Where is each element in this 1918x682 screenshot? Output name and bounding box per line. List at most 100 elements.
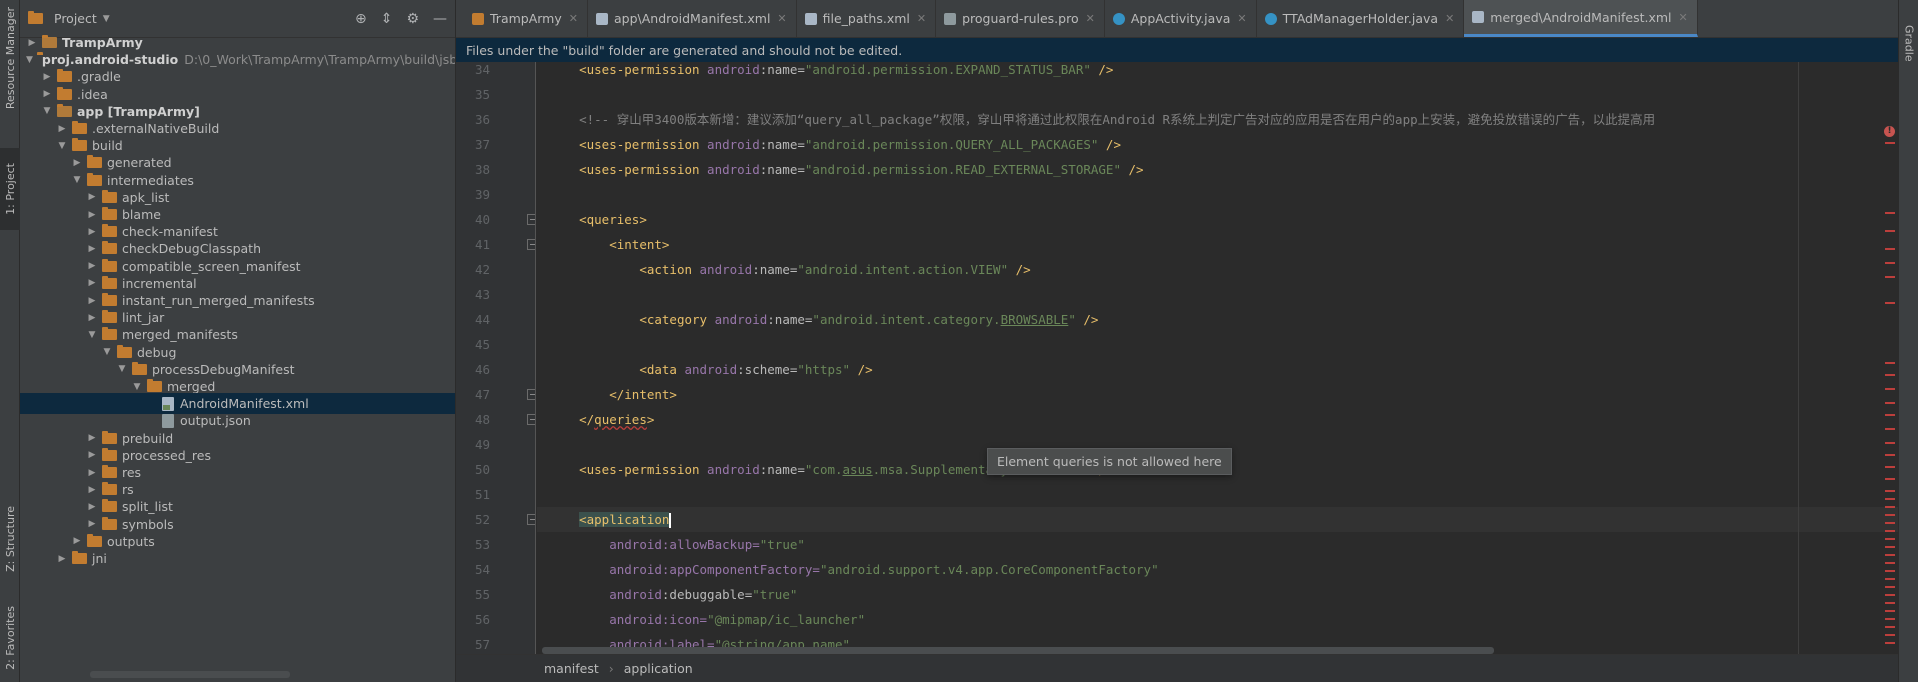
error-mark[interactable] <box>1885 618 1895 620</box>
error-mark[interactable] <box>1885 374 1895 376</box>
error-mark[interactable] <box>1885 388 1895 390</box>
error-mark[interactable] <box>1885 414 1895 416</box>
collapsed-arrow-icon[interactable]: ▶ <box>56 554 68 564</box>
error-mark[interactable] <box>1885 546 1895 548</box>
collapsed-arrow-icon[interactable]: ▶ <box>86 244 98 254</box>
close-icon[interactable]: ✕ <box>777 12 786 25</box>
error-mark[interactable] <box>1885 610 1895 612</box>
close-icon[interactable]: ✕ <box>917 12 926 25</box>
code-line[interactable] <box>537 182 1898 207</box>
resource-manager-tab[interactable]: Resource Manager <box>0 4 20 112</box>
collapsed-arrow-icon[interactable]: ▶ <box>86 468 98 478</box>
expanded-arrow-icon[interactable]: ▼ <box>101 347 113 357</box>
code-line[interactable]: <uses-permission android:name="android.p… <box>537 157 1898 182</box>
collapse-all-icon[interactable]: ⇕ <box>381 11 393 27</box>
code-line[interactable]: <!-- 穿山甲3400版本新增：建议添加“query_all_package”… <box>537 107 1898 132</box>
favorites-tab[interactable]: 2: Favorites <box>0 596 20 680</box>
code-view[interactable]: <uses-permission android:name="android.p… <box>537 62 1898 654</box>
gradle-tab[interactable]: Gradle <box>1899 8 1918 78</box>
code-line[interactable]: android:debuggable="true" <box>537 582 1898 607</box>
collapsed-arrow-icon[interactable]: ▶ <box>71 536 83 546</box>
close-icon[interactable]: ✕ <box>569 12 578 25</box>
error-mark[interactable] <box>1885 362 1895 364</box>
collapsed-arrow-icon[interactable]: ▶ <box>86 210 98 220</box>
editor-tab[interactable]: app\AndroidManifest.xml ✕ <box>588 0 797 37</box>
tree-horizontal-scrollbar[interactable] <box>90 671 290 678</box>
code-line[interactable]: <uses-permission android:name="android.p… <box>537 132 1898 157</box>
collapsed-arrow-icon[interactable]: ▶ <box>86 519 98 529</box>
error-mark[interactable] <box>1885 142 1895 144</box>
code-line[interactable]: <intent> <box>537 232 1898 257</box>
code-line[interactable] <box>537 82 1898 107</box>
error-mark[interactable] <box>1885 442 1895 444</box>
error-mark[interactable] <box>1885 578 1895 580</box>
error-mark[interactable] <box>1885 530 1895 532</box>
fold-marker-icon[interactable] <box>527 239 535 250</box>
error-mark[interactable] <box>1885 570 1895 572</box>
error-mark[interactable] <box>1885 642 1895 644</box>
editor-horizontal-scrollbar[interactable] <box>542 647 1494 654</box>
locate-icon[interactable]: ⊕ <box>355 11 367 27</box>
fold-marker-icon[interactable] <box>527 214 535 225</box>
breadcrumb-item[interactable]: application <box>624 661 693 676</box>
code-line[interactable]: <application <box>537 507 1898 532</box>
editor-tab[interactable]: AppActivity.java ✕ <box>1105 0 1257 37</box>
error-mark[interactable] <box>1885 402 1895 404</box>
code-line[interactable]: </intent> <box>537 382 1898 407</box>
fold-marker-icon[interactable] <box>527 514 535 525</box>
chevron-down-icon[interactable]: ▼ <box>103 14 110 24</box>
expanded-arrow-icon[interactable]: ▼ <box>41 106 53 116</box>
code-line[interactable]: <queries> <box>537 207 1898 232</box>
error-mark[interactable] <box>1885 554 1895 556</box>
error-mark[interactable] <box>1885 262 1895 264</box>
collapsed-arrow-icon[interactable]: ▶ <box>86 502 98 512</box>
fold-marker-icon[interactable] <box>527 389 535 400</box>
code-line[interactable] <box>537 282 1898 307</box>
expanded-arrow-icon[interactable]: ▼ <box>56 141 68 151</box>
breadcrumb-item[interactable]: manifest <box>544 661 599 676</box>
code-line[interactable]: <action android:name="android.intent.act… <box>537 257 1898 282</box>
collapsed-arrow-icon[interactable]: ▶ <box>86 261 98 271</box>
editor-tab[interactable]: file_paths.xml ✕ <box>797 0 937 37</box>
expanded-arrow-icon[interactable]: ▼ <box>26 55 33 65</box>
collapsed-arrow-icon[interactable]: ▶ <box>86 227 98 237</box>
code-line[interactable]: <data android:scheme="https" /> <box>537 357 1898 382</box>
error-mark[interactable] <box>1885 230 1895 232</box>
collapsed-arrow-icon[interactable]: ▶ <box>71 158 83 168</box>
collapsed-arrow-icon[interactable]: ▶ <box>86 192 98 202</box>
close-icon[interactable]: ✕ <box>1086 12 1095 25</box>
error-mark[interactable] <box>1885 538 1895 540</box>
error-mark[interactable] <box>1885 276 1895 278</box>
editor-tab[interactable]: TTAdManagerHolder.java ✕ <box>1257 0 1465 37</box>
error-mark[interactable] <box>1885 594 1895 596</box>
error-mark[interactable] <box>1885 562 1895 564</box>
error-mark[interactable] <box>1885 498 1895 500</box>
expanded-arrow-icon[interactable]: ▼ <box>116 364 128 374</box>
project-view-selector[interactable]: Project <box>54 11 97 26</box>
code-line[interactable]: </queries> <box>537 407 1898 432</box>
code-line[interactable]: android:allowBackup="true" <box>537 532 1898 557</box>
error-mark[interactable] <box>1885 466 1895 468</box>
error-mark[interactable] <box>1885 248 1895 250</box>
error-mark[interactable] <box>1885 454 1895 456</box>
structure-tab[interactable]: Z: Structure <box>0 496 20 582</box>
error-mark[interactable] <box>1885 602 1895 604</box>
error-mark[interactable] <box>1885 478 1895 480</box>
code-line[interactable] <box>537 482 1898 507</box>
code-line[interactable]: <category android:name="android.intent.c… <box>537 307 1898 332</box>
expanded-arrow-icon[interactable]: ▼ <box>86 330 98 340</box>
editor-tab[interactable]: TrampArmy ✕ <box>464 0 588 37</box>
code-line[interactable] <box>537 332 1898 357</box>
gear-icon[interactable]: ⚙ <box>406 11 419 27</box>
error-mark[interactable] <box>1885 212 1895 214</box>
editor-tab[interactable]: merged\AndroidManifest.xml ✕ <box>1464 0 1698 37</box>
close-icon[interactable]: ✕ <box>1237 12 1246 25</box>
collapsed-arrow-icon[interactable]: ▶ <box>86 278 98 288</box>
fold-marker-icon[interactable] <box>527 414 535 425</box>
expanded-arrow-icon[interactable]: ▼ <box>71 175 83 185</box>
collapsed-arrow-icon[interactable]: ▶ <box>86 433 98 443</box>
collapsed-arrow-icon[interactable]: ▶ <box>86 485 98 495</box>
code-line[interactable]: android:appComponentFactory="android.sup… <box>537 557 1898 582</box>
error-mark[interactable] <box>1885 428 1895 430</box>
error-indicator-icon[interactable]: ! <box>1884 126 1895 137</box>
